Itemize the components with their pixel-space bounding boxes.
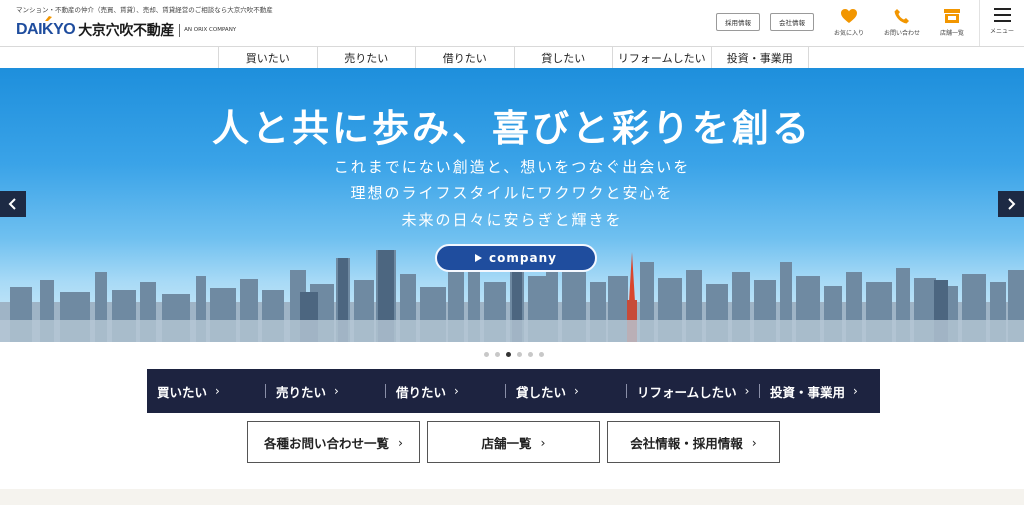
- play-triangle-icon: [475, 254, 483, 262]
- top-navigation: 買いたい 売りたい 借りたい 貸したい リフォームしたい 投資・事業用: [0, 46, 1024, 68]
- next-section-strip: [0, 489, 1024, 505]
- category-bar: 買いたい › 売りたい › 借りたい › 貸したい › リフォームしたい › 投資・事業用…: [147, 369, 880, 413]
- menu-button[interactable]: メニュー: [980, 8, 1024, 35]
- contact-link[interactable]: お問い合わせ: [880, 8, 924, 37]
- topnav-item-reform[interactable]: リフォームしたい: [612, 47, 711, 68]
- category-divider: [385, 384, 386, 398]
- category-divider: [505, 384, 506, 398]
- store-icon: [944, 9, 960, 23]
- company-info-button[interactable]: 会社情報: [770, 13, 814, 31]
- site-logo[interactable]: DAIKYO 大京穴吹不動産 AN ORIX COMPANY: [16, 16, 237, 40]
- topnav-item-buy[interactable]: 買いたい: [218, 47, 317, 68]
- store-list-button[interactable]: 店舗一覧 ›: [427, 421, 600, 463]
- chevron-right-icon: [1008, 198, 1016, 210]
- category-rent[interactable]: 借りたい ›: [396, 369, 505, 413]
- slider-next-button[interactable]: [998, 191, 1024, 217]
- chevron-right-icon: ›: [215, 384, 220, 398]
- heart-icon: [841, 9, 857, 23]
- slider-dot[interactable]: [517, 352, 522, 357]
- category-divider: [759, 384, 760, 398]
- company-button-label: company: [489, 251, 557, 265]
- hamburger-icon: [993, 8, 1011, 22]
- contact-list-button[interactable]: 各種お問い合わせ一覧 ›: [247, 421, 420, 463]
- recruit-button[interactable]: 採用情報: [716, 13, 760, 31]
- menu-label: メニュー: [989, 28, 1014, 35]
- hero-line-1: これまでにない創造と、想いをつなぐ出会いを: [333, 158, 691, 176]
- phone-icon: [894, 9, 909, 24]
- chevron-right-icon: ›: [744, 384, 750, 398]
- topnav-item-rent[interactable]: 借りたい: [415, 47, 514, 68]
- slider-dot[interactable]: [484, 352, 489, 357]
- stores-link[interactable]: 店舗一覧: [930, 8, 974, 37]
- category-divider: [265, 384, 266, 398]
- chevron-right-icon: ›: [853, 384, 858, 398]
- chevron-right-icon: ›: [540, 434, 546, 450]
- company-button[interactable]: company: [435, 244, 597, 272]
- logo-divider: [179, 23, 181, 37]
- slider-pagination: [484, 352, 550, 357]
- favorites-label: お気に入り: [833, 30, 864, 37]
- stores-label: 店舗一覧: [939, 30, 964, 37]
- category-reform[interactable]: リフォームしたい ›: [637, 369, 759, 413]
- contact-label: お問い合わせ: [883, 30, 920, 37]
- company-recruit-button[interactable]: 会社情報・採用情報 ›: [607, 421, 780, 463]
- chevron-right-icon: ›: [334, 384, 339, 398]
- chevron-right-icon: ›: [574, 384, 579, 398]
- chevron-right-icon: ›: [454, 384, 459, 398]
- hero-line-2: 理想のライフスタイルにワクワクと安心を: [350, 184, 674, 202]
- chevron-right-icon: ›: [398, 434, 403, 450]
- logo-orix-label: AN ORIX COMPANY: [184, 27, 237, 33]
- slider-dot[interactable]: [495, 352, 500, 357]
- topnav-item-investment[interactable]: 投資・事業用: [710, 47, 809, 68]
- header-tagline: マンション・不動産の仲介（売買、賃貸）、売却、賃貸経営のご相談なら大京穴吹不動産: [16, 6, 273, 14]
- hero-slider: 人と共に歩み、喜びと彩りを創る これまでにない創造と、想いをつなぐ出会いを 理想…: [0, 68, 1024, 342]
- site-header: マンション・不動産の仲介（売買、賃貸）、売却、賃貸経営のご相談なら大京穴吹不動産…: [0, 0, 1024, 46]
- chevron-right-icon: ›: [751, 434, 757, 450]
- logo-company-name: 大京穴吹不動産: [78, 23, 175, 39]
- daikyo-logo-mark: DAIKYO: [16, 16, 76, 39]
- category-divider: [626, 384, 627, 398]
- topnav-item-sell[interactable]: 売りたい: [316, 47, 416, 68]
- favorites-link[interactable]: お気に入り: [827, 8, 871, 37]
- slider-prev-button[interactable]: [0, 191, 26, 217]
- category-buy[interactable]: 買いたい ›: [157, 369, 265, 413]
- logo-accent-icon: [45, 16, 52, 21]
- slider-dot-active[interactable]: [506, 352, 511, 357]
- category-sell[interactable]: 売りたい ›: [276, 369, 385, 413]
- slider-dot[interactable]: [528, 352, 533, 357]
- hero-title: 人と共に歩み、喜びと彩りを創る: [212, 107, 812, 150]
- hero-line-3: 未来の日々に安らぎと輝きを: [401, 211, 623, 229]
- category-investment[interactable]: 投資・事業用 ›: [770, 369, 858, 413]
- topnav-item-lease[interactable]: 貸したい: [513, 47, 613, 68]
- slider-dot[interactable]: [539, 352, 544, 357]
- chevron-left-icon: [8, 198, 16, 210]
- category-lease[interactable]: 貸したい ›: [516, 369, 626, 413]
